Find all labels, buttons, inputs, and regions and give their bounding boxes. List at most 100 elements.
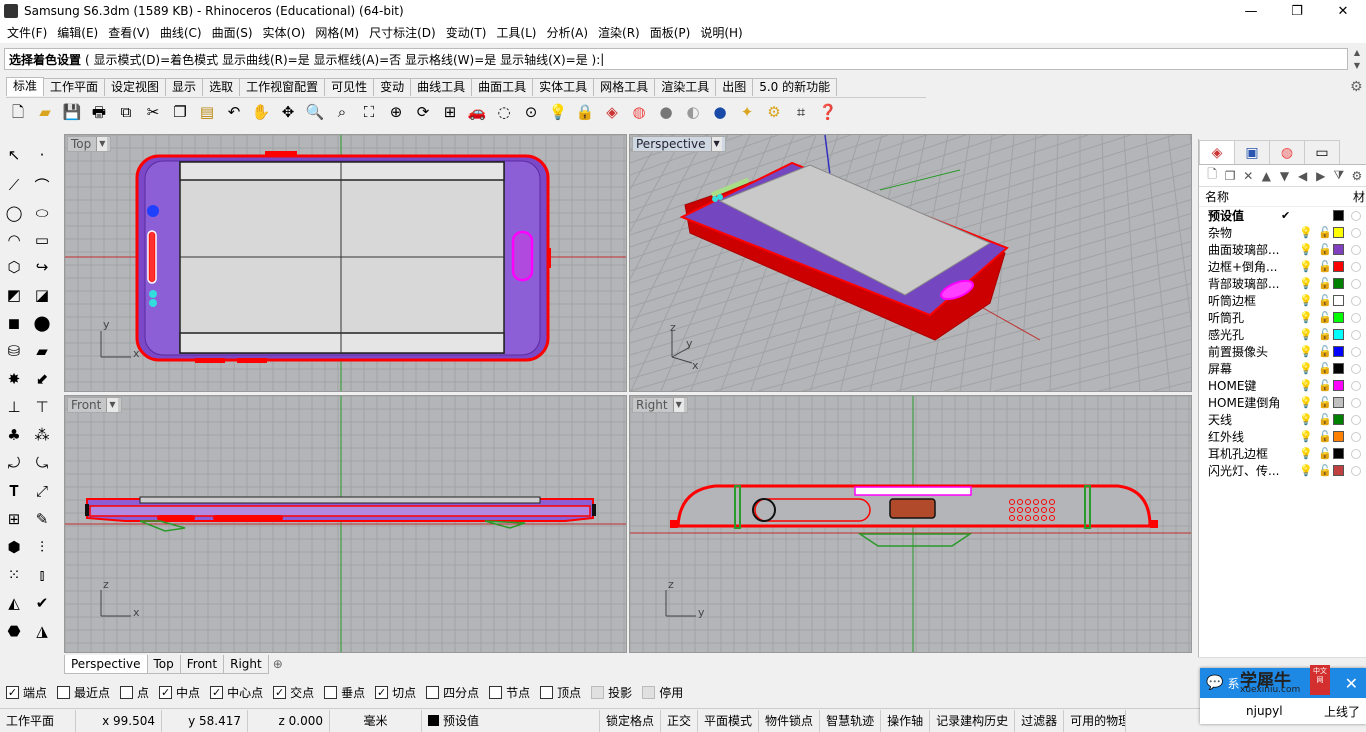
viewport-perspective[interactable]: Perspective ▼ z y x xyxy=(629,134,1192,392)
layer-material-icon[interactable] xyxy=(1351,261,1361,272)
menu-render[interactable]: 渲染(R) xyxy=(593,24,645,41)
lock-icon[interactable]: 🔒 xyxy=(573,101,597,125)
visibility-bulb-icon[interactable]: 💡 xyxy=(1299,311,1313,324)
scroll-up-icon[interactable]: ▲ xyxy=(1354,48,1360,57)
restore-button[interactable]: ❐ xyxy=(1274,0,1320,22)
tab-solid-tools[interactable]: 实体工具 xyxy=(532,78,595,96)
layer-material-icon[interactable] xyxy=(1351,414,1361,425)
layer-row[interactable]: 屏幕 💡 🔓 xyxy=(1199,360,1366,377)
explode-icon[interactable]: ⁂ xyxy=(30,423,54,447)
osnap-end[interactable]: ✓ 端点 xyxy=(6,684,47,701)
layer-name[interactable]: 屏幕 xyxy=(1208,360,1294,377)
layer-name[interactable]: 曲面玻璃部... xyxy=(1208,241,1294,258)
help-icon[interactable]: ❓ xyxy=(816,101,840,125)
menu-curve[interactable]: 曲线(C) xyxy=(155,24,207,41)
polygon-icon[interactable]: ⬡ xyxy=(2,255,26,279)
scroll-down-icon[interactable]: ▼ xyxy=(1354,61,1360,70)
tab-surface-tools[interactable]: 曲面工具 xyxy=(471,78,534,96)
move-up-icon[interactable]: ▲ xyxy=(1257,169,1275,183)
move-right-icon[interactable]: ▶ xyxy=(1312,169,1330,183)
status-grid-snap[interactable]: 锁定格点 xyxy=(600,709,662,732)
settings-icon[interactable]: ⚙ xyxy=(1348,169,1366,183)
distribute-icon[interactable]: ⫾ xyxy=(30,563,54,587)
status-filter[interactable]: 过滤器 xyxy=(1015,709,1065,732)
minimize-button[interactable]: — xyxy=(1228,0,1274,22)
layer-material-icon[interactable] xyxy=(1351,448,1361,459)
visibility-bulb-icon[interactable]: 💡 xyxy=(1299,464,1313,477)
layer-color-swatch[interactable] xyxy=(1333,295,1344,306)
osnap-checkbox[interactable]: ✓ xyxy=(159,685,173,699)
tab-curve-tools[interactable]: 曲线工具 xyxy=(410,78,473,96)
zoom-selected-icon[interactable]: ⊕ xyxy=(384,101,408,125)
rotate-icon[interactable]: ⟳ xyxy=(411,101,435,125)
grid-lines-icon[interactable]: ⫶ xyxy=(30,535,54,559)
status-smarttrack[interactable]: 智慧轨迹 xyxy=(820,709,882,732)
status-gumball[interactable]: 操作轴 xyxy=(881,709,931,732)
layer-color-swatch[interactable] xyxy=(1333,380,1344,391)
visibility-bulb-icon[interactable]: 💡 xyxy=(1299,328,1313,341)
point-icon[interactable]: · xyxy=(30,143,54,167)
split-icon[interactable]: ⊥ xyxy=(2,395,26,419)
light-bulb-icon[interactable]: 💡 xyxy=(546,101,570,125)
cube-icon[interactable]: ⬢ xyxy=(2,535,26,559)
layers-tab-icon[interactable]: ◈ xyxy=(1199,140,1235,164)
new-layer-icon[interactable]: 🗋 xyxy=(1203,165,1221,186)
zoom-extents-icon[interactable]: ⛶ xyxy=(357,101,381,125)
osnap-checkbox[interactable]: ✓ xyxy=(210,685,224,699)
join-icon[interactable]: ⊤ xyxy=(30,395,54,419)
import-icon[interactable]: ⧉ xyxy=(114,101,138,125)
layer-color-swatch[interactable] xyxy=(1333,329,1344,340)
osnap-checkbox[interactable]: ✓ xyxy=(273,685,287,699)
curve-icon[interactable]: ⌒ xyxy=(30,173,54,197)
tab-mesh-tools[interactable]: 网格工具 xyxy=(593,78,656,96)
rectangle-icon[interactable]: ▭ xyxy=(30,228,54,252)
tab-viewport-layout[interactable]: 工作视窗配置 xyxy=(239,78,326,96)
delete-layer-icon[interactable]: ✕ xyxy=(1239,169,1257,183)
status-osnap[interactable]: 物件锁点 xyxy=(759,709,821,732)
osnap-tan[interactable]: ✓ 切点 xyxy=(375,684,416,701)
menu-solid[interactable]: 实体(O) xyxy=(258,24,311,41)
unlock-icon[interactable]: 🔓 xyxy=(1318,311,1332,324)
zoom-window-icon[interactable]: ⌕ xyxy=(330,101,354,125)
circle-icon[interactable]: ◯ xyxy=(2,201,26,225)
cut-icon[interactable]: ✂ xyxy=(141,101,165,125)
layer-material-icon[interactable] xyxy=(1351,465,1361,476)
box-solid-icon[interactable]: ◼ xyxy=(2,311,26,335)
properties-tab-icon[interactable]: ▣ xyxy=(1234,140,1270,164)
layer-row[interactable]: HOME键 💡 🔓 xyxy=(1199,377,1366,394)
osnap-checkbox[interactable] xyxy=(57,685,71,699)
layer-row[interactable]: 天线 💡 🔓 xyxy=(1199,411,1366,428)
tab-set-view[interactable]: 设定视图 xyxy=(104,78,167,96)
osnap-checkbox[interactable] xyxy=(324,685,338,699)
layer-name[interactable]: 红外线 xyxy=(1208,428,1294,445)
status-layer[interactable]: 预设值 xyxy=(422,709,600,732)
shaded-sphere-icon[interactable]: ● xyxy=(654,101,678,125)
trim-icon[interactable]: ⤿ xyxy=(30,451,54,475)
unlock-icon[interactable]: 🔓 xyxy=(1318,243,1332,256)
visibility-bulb-icon[interactable]: 💡 xyxy=(1299,277,1313,290)
grid-snap-icon[interactable]: ⌗ xyxy=(789,101,813,125)
analyze-icon[interactable]: ◭ xyxy=(2,591,26,615)
add-viewport-icon[interactable]: ⊕ xyxy=(268,655,288,673)
extrude-icon[interactable]: ◪ xyxy=(30,283,54,307)
check-icon[interactable]: ✔ xyxy=(30,591,54,615)
layer-color-swatch[interactable] xyxy=(1333,227,1344,238)
viewport-right[interactable]: Right ▼ z y xyxy=(629,395,1192,653)
tab-new-in-v5[interactable]: 5.0 的新功能 xyxy=(752,78,838,96)
menu-surface[interactable]: 曲面(S) xyxy=(207,24,258,41)
layer-color-swatch[interactable] xyxy=(1333,244,1344,255)
show-icon[interactable]: ⊙ xyxy=(519,101,543,125)
status-ortho[interactable]: 正交 xyxy=(661,709,699,732)
group-icon[interactable]: ♣ xyxy=(2,423,26,447)
osnap-checkbox[interactable]: ✓ xyxy=(375,685,389,699)
ghosted-sphere-icon[interactable]: ◐ xyxy=(681,101,705,125)
move-down-icon[interactable]: ▼ xyxy=(1275,169,1293,183)
menu-transform[interactable]: 变动(T) xyxy=(441,24,492,41)
view-tab-perspective[interactable]: Perspective xyxy=(64,655,148,674)
gear-options-icon[interactable]: ⚙ xyxy=(762,101,786,125)
layer-material-icon[interactable] xyxy=(1351,397,1361,408)
materials-tab-icon[interactable]: ◍ xyxy=(1269,140,1305,164)
status-record-history[interactable]: 记录建构历史 xyxy=(930,709,1016,732)
layer-name[interactable]: 感光孔 xyxy=(1208,326,1294,343)
visibility-bulb-icon[interactable]: 💡 xyxy=(1299,226,1313,239)
